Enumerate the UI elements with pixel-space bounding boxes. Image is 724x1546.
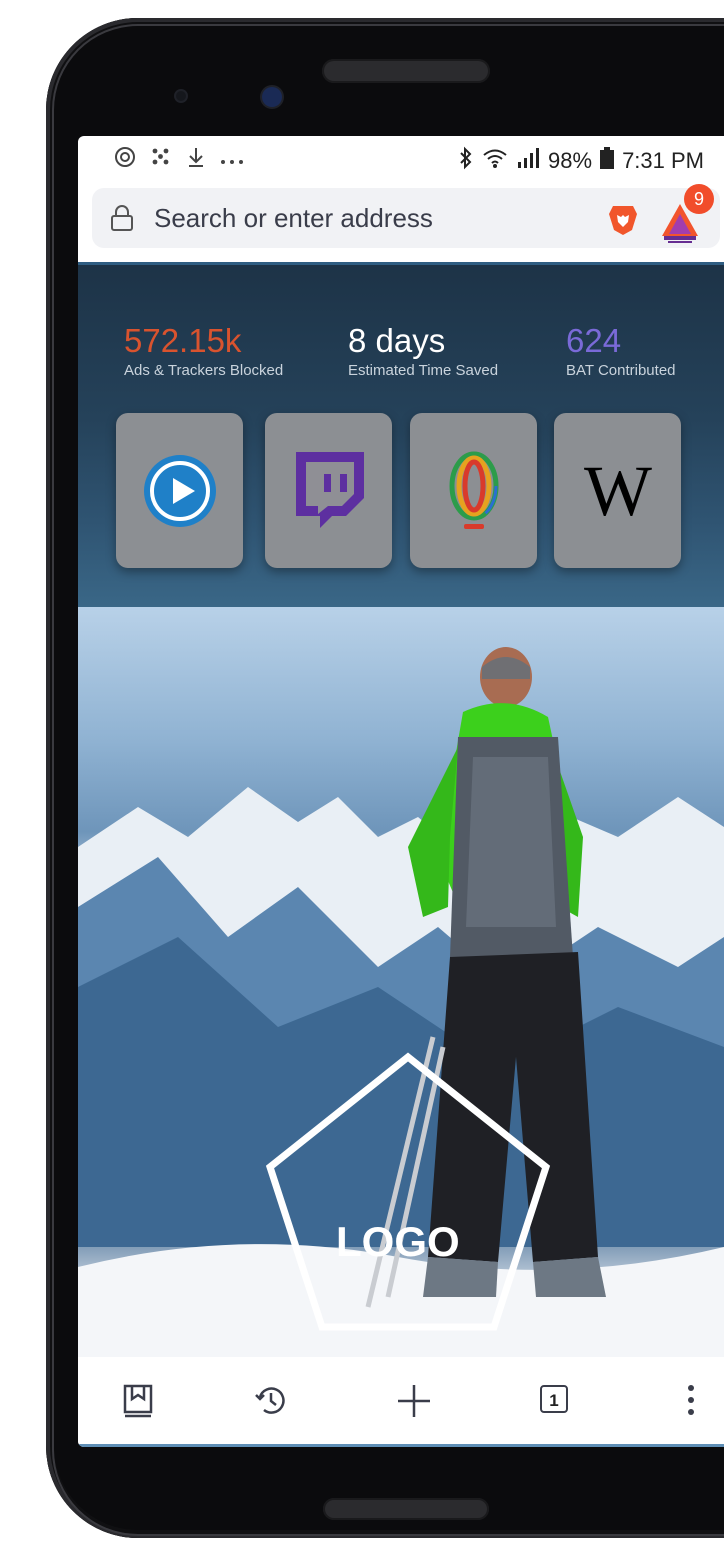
status-bar: 98% 7:31 PM: [78, 136, 724, 182]
front-sensor-left: [176, 91, 186, 101]
opera-rainbow-icon: [449, 451, 498, 529]
bookmarks-icon[interactable]: [122, 1383, 154, 1424]
stat-time-saved: 8 days Estimated Time Saved: [348, 322, 498, 379]
address-bar[interactable]: Search or enter address 9: [92, 184, 720, 248]
top-site-tile-1[interactable]: [116, 413, 243, 568]
bluetooth-icon: [458, 146, 474, 176]
network-sync-icon: [150, 146, 172, 174]
history-icon[interactable]: [254, 1383, 288, 1422]
rewards-notification-badge: 9: [684, 184, 714, 214]
download-icon: [186, 146, 206, 174]
more-dots-icon: [220, 148, 244, 172]
wikipedia-icon: W: [584, 451, 652, 531]
top-site-tile-2[interactable]: [265, 413, 392, 568]
svg-text:W: W: [584, 451, 652, 531]
stat-time-saved-label: Estimated Time Saved: [348, 362, 499, 379]
stat-ads-blocked-label: Ads & Trackers Blocked: [124, 362, 284, 379]
lock-icon: [110, 204, 134, 237]
twitch-icon: [295, 451, 364, 528]
stat-bat-contributed-label: BAT Contributed: [566, 362, 676, 379]
logo-text: LOGO: [336, 1218, 460, 1265]
battery-percent: 98%: [548, 148, 593, 173]
play-video-site-icon: [143, 454, 216, 527]
stat-ads-blocked-value: 572.15k: [124, 322, 242, 359]
stat-time-saved-value: 8 days: [348, 322, 446, 359]
front-camera: [262, 87, 282, 107]
new-tab-plus-icon[interactable]: [396, 1383, 432, 1424]
clock-time: 7:31 PM: [622, 148, 704, 173]
earpiece-speaker: [322, 59, 490, 83]
browser-screen: 98% 7:31 PM Search or enter address 9 57…: [78, 136, 724, 1447]
stat-bat-contributed: 624 BAT Contributed: [566, 322, 676, 379]
at-sign-icon: [114, 146, 136, 174]
battery-icon: [600, 147, 615, 175]
tab-switcher-button[interactable]: 1: [540, 1385, 568, 1413]
address-input[interactable]: Search or enter address: [154, 203, 433, 234]
top-site-tile-3[interactable]: [410, 413, 537, 568]
bottom-speaker: [323, 1498, 489, 1520]
bottom-toolbar: 1: [78, 1357, 724, 1445]
stat-bat-contributed-value: 624: [566, 322, 622, 359]
more-menu-icon[interactable]: [686, 1383, 696, 1422]
signal-icon: [516, 147, 540, 175]
wifi-icon: [482, 147, 508, 175]
brave-shields-icon[interactable]: [606, 202, 640, 241]
bottom-divider: [78, 1444, 724, 1447]
top-site-tile-4[interactable]: W: [554, 413, 681, 568]
stat-ads-blocked: 572.15k Ads & Trackers Blocked: [124, 322, 283, 379]
